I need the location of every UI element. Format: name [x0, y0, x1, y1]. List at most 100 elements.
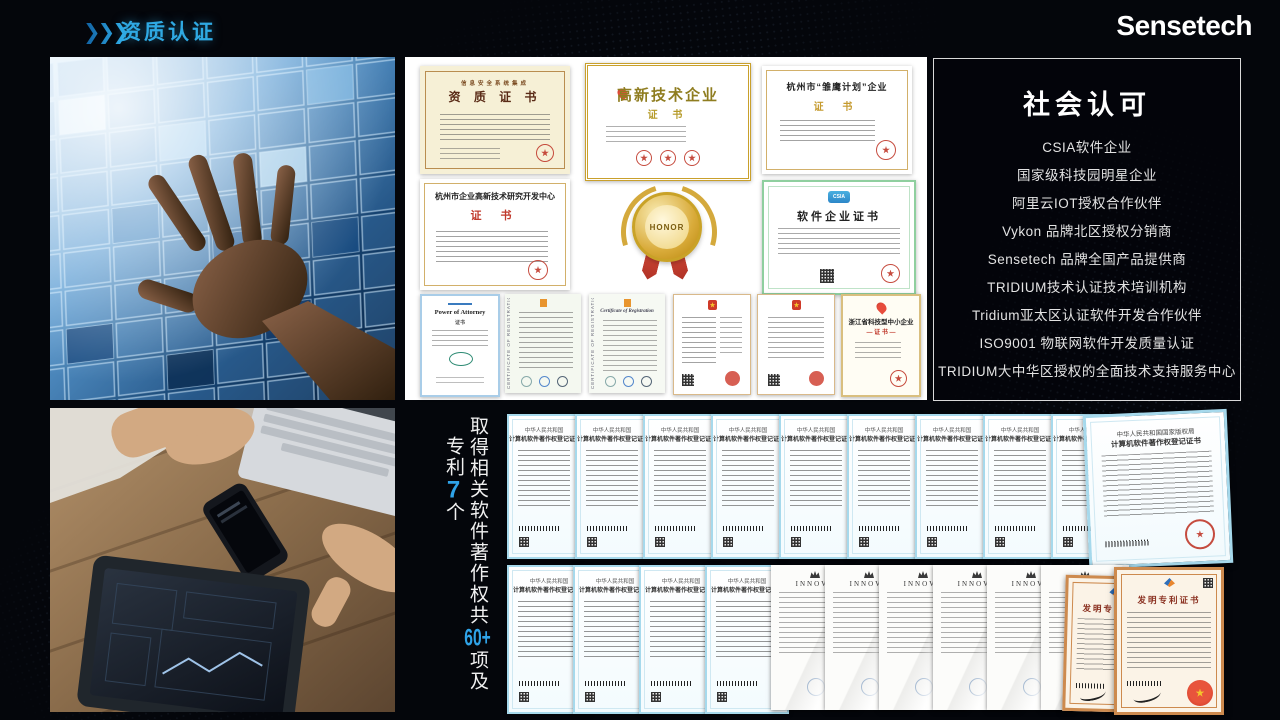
cert-body-lines	[519, 312, 573, 372]
cert-body-lines	[654, 450, 706, 508]
barcode-icon	[519, 681, 561, 686]
patent-count: 7	[440, 478, 467, 502]
brand-logo: Sensetech	[1116, 10, 1252, 42]
coat-of-arms-icon	[1026, 571, 1036, 578]
copyright-certificates-row-1: 中华人民共和国计算机软件著作权登记证书 中华人民共和国计算机软件著作权登记证书 …	[507, 414, 1119, 560]
honor-medal: HONOR	[618, 178, 714, 294]
cert-title: 高新技术企业	[588, 84, 748, 105]
qr-code-icon	[791, 537, 801, 547]
cert-body-lines	[518, 601, 580, 659]
cert-subtitle: 证 书	[420, 207, 570, 223]
cert-body-lines	[926, 450, 978, 508]
cert-body-lines	[440, 148, 500, 160]
social-list-item: 阿里云IOT授权合作伙伴	[1012, 197, 1162, 211]
barcode-icon	[519, 526, 561, 531]
barcode-icon	[791, 526, 833, 531]
cert-body-lines	[858, 450, 910, 508]
qr-code-icon	[768, 374, 780, 386]
star-icon	[882, 146, 890, 154]
barcode-icon	[655, 526, 697, 531]
copyright-count: 60+	[464, 626, 491, 650]
social-list-item: 国家级科技园明星企业	[1017, 169, 1157, 183]
cert-body-lines	[682, 317, 716, 365]
accreditation-logo	[521, 376, 532, 387]
qr-code-icon	[587, 537, 597, 547]
qr-code-icon	[859, 537, 869, 547]
cert-body-lines	[606, 126, 686, 144]
qr-code-icon	[820, 269, 834, 283]
copyright-certificate: 中华人民共和国计算机软件著作权登记证书	[847, 414, 921, 559]
medal-label: HONOR	[645, 205, 689, 249]
copyright-certificates-row-2: 中华人民共和国计算机软件著作权登记证书 中华人民共和国计算机软件著作权登记证书 …	[507, 565, 1095, 712]
flame-icon	[874, 300, 888, 314]
social-panel-title: 社会认可	[934, 83, 1240, 122]
copyright-certificate: 中华人民共和国计算机软件著作权登记证书	[915, 414, 989, 559]
star-icon	[664, 154, 672, 162]
cert-subtitle: — 证 书 —	[843, 327, 919, 336]
cert-registration-cn: CERTIFICATE OF REGISTRATION	[505, 294, 581, 393]
copyright-certificate-large: 中华人民共和国国家版权局 计算机软件著作权登记证书	[1083, 409, 1234, 569]
cert-title: 杭州市企业高新技术研究开发中心	[420, 191, 570, 202]
seal-icon	[660, 150, 676, 166]
copyright-certificate: 中华人民共和国计算机软件著作权登记证书	[575, 414, 649, 559]
seal-icon	[528, 260, 548, 280]
signature-icon	[1132, 687, 1162, 705]
accreditation-logo	[557, 376, 568, 387]
stamp-icon	[861, 678, 879, 696]
cert-body-lines	[778, 228, 900, 256]
cnipa-logo	[1164, 578, 1175, 587]
csia-logo: CSIA	[828, 191, 850, 203]
cnas-logo	[624, 299, 631, 307]
seal-icon	[890, 370, 907, 387]
qr-code-icon	[1063, 537, 1073, 547]
copyright-certificate: 中华人民共和国计算机软件著作权登记证书	[643, 414, 717, 559]
cert-registration-en: CERTIFICATE OF REGISTRATION Certificate …	[589, 294, 665, 393]
star-icon	[710, 302, 716, 308]
seal-icon	[636, 150, 652, 166]
cert-title: 资 质 证 书	[420, 88, 570, 105]
star-icon	[895, 375, 903, 383]
qr-code-icon	[717, 692, 727, 702]
cert-body-lines	[722, 450, 774, 508]
cert-subtitle: 证 书	[762, 98, 912, 113]
cert-business-license	[673, 294, 751, 395]
cert-title: 软件企业证书	[764, 208, 914, 224]
social-list-item: TRIDIUM大中华区授权的全面技术支持服务中心	[938, 365, 1236, 379]
barcode-icon	[995, 526, 1037, 531]
cert-body-lines	[716, 601, 778, 659]
barcode-icon	[587, 526, 629, 531]
photo-media-wall	[50, 57, 395, 400]
cnas-logo	[540, 299, 547, 307]
social-list-item: ISO9001 物联网软件开发质量认证	[979, 337, 1194, 351]
cert-rnd-center: 杭州市企业高新技术研究开发中心 证 书	[420, 179, 570, 290]
accreditation-logo	[623, 376, 634, 387]
accreditation-logo	[605, 376, 616, 387]
social-recognition-panel: 社会认可 CSIA软件企业 国家级科技园明星企业 阿里云IOT授权合作伙伴 Vy…	[933, 58, 1241, 401]
caption-text: 项及	[467, 650, 488, 692]
seal-icon	[684, 150, 700, 166]
cert-power-of-attorney: Power of Attorney 证书	[420, 294, 500, 397]
stamp-icon	[449, 352, 473, 366]
page-title: 资质认证	[120, 16, 216, 46]
social-list: CSIA软件企业 国家级科技园明星企业 阿里云IOT授权合作伙伴 Vykon 品…	[934, 141, 1240, 379]
qr-code-icon	[655, 537, 665, 547]
vertical-side-text: CERTIFICATE OF REGISTRATION	[506, 298, 511, 389]
social-list-item: CSIA软件企业	[1042, 141, 1132, 155]
star-icon	[794, 302, 800, 308]
copyright-certificate: 中华人民共和国计算机软件著作权登记证书	[507, 414, 581, 559]
workspace-illustration	[50, 408, 395, 712]
qr-code-icon	[723, 537, 733, 547]
cert-title: 杭州市“雏鹰计划”企业	[762, 80, 912, 93]
cert-body-lines	[584, 601, 646, 659]
qr-code-icon	[519, 537, 529, 547]
cert-qualification: 信息安全系统集成 资 质 证 书	[420, 66, 570, 174]
stamp-icon	[969, 678, 987, 696]
national-emblem-icon	[708, 300, 717, 310]
media-wall-illustration	[50, 57, 395, 400]
cert-high-tech: 高新技术企业 证 书	[585, 63, 751, 181]
cert-body-lines	[790, 450, 842, 508]
cert-title: 浙江省科技型中小企业	[843, 316, 919, 326]
copyright-certificate: 中华人民共和国计算机软件著作权登记证书	[983, 414, 1057, 559]
star-icon	[688, 154, 696, 162]
cert-property-right	[757, 294, 835, 395]
